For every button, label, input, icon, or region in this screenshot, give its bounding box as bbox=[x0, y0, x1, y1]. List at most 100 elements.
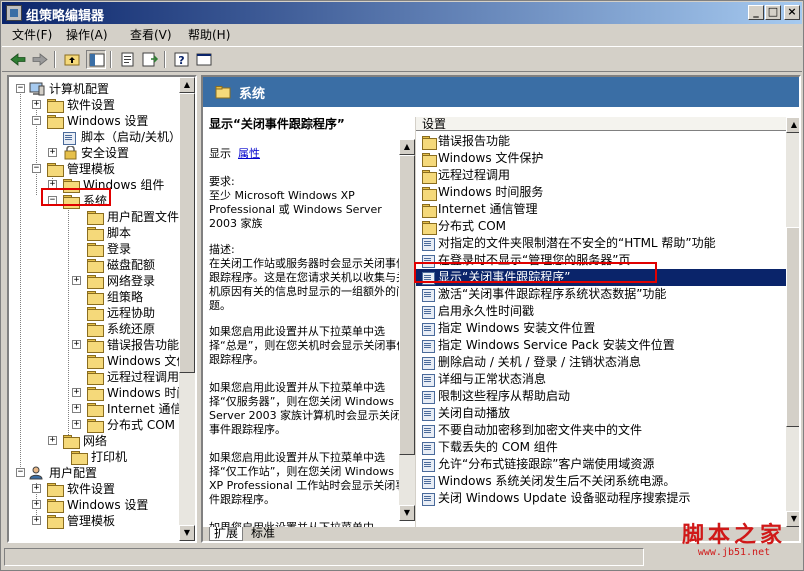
scroll-up-icon[interactable]: ▲ bbox=[786, 117, 799, 133]
scroll-down-icon[interactable]: ▼ bbox=[399, 505, 415, 521]
description-paragraph: 如果您启用此设置并从下拉菜单中选择“仅服务器”，则在您关闭 Windows Se… bbox=[209, 381, 402, 436]
console-icon[interactable] bbox=[194, 50, 214, 69]
list-item[interactable]: 关闭自动播放 bbox=[416, 405, 786, 422]
description-text: 在关闭工作站或服务器时会显示关闭事件跟踪程序。这是在您请求关机以收集与关机原因有… bbox=[209, 257, 407, 312]
folder-icon bbox=[63, 435, 80, 449]
list-item[interactable]: 详细与正常状态消息 bbox=[416, 371, 786, 388]
folder-icon bbox=[47, 115, 64, 129]
list-item[interactable]: Windows 文件保护 bbox=[416, 150, 786, 167]
folder-icon bbox=[87, 339, 104, 353]
up-folder-icon[interactable] bbox=[62, 50, 82, 69]
group-policy-window: 组策略编辑器 _ □ × 文件(F) 操作(A) 查看(V) 帮助(H) ? −… bbox=[0, 0, 804, 571]
setting-description: 显示“关闭事件跟踪程序” 显示 属性 要求: 至少 Microsoft Wind… bbox=[203, 107, 408, 534]
list-item[interactable]: Windows 系统关闭发生后不关闭系统电源。 bbox=[416, 473, 786, 490]
tab-extended[interactable]: 扩展 bbox=[209, 527, 244, 541]
properties-link[interactable]: 属性 bbox=[238, 147, 260, 160]
toolbar: ? bbox=[2, 46, 802, 72]
list-item[interactable]: 分布式 COM bbox=[416, 218, 786, 235]
folder-icon bbox=[87, 211, 104, 225]
policy-setting-icon bbox=[422, 322, 436, 336]
show-properties-line: 显示 属性 bbox=[209, 147, 260, 160]
folder-icon bbox=[47, 499, 64, 513]
list-item[interactable]: 允许“分布式链接跟踪”客户端使用域资源 bbox=[416, 456, 786, 473]
maximize-button[interactable]: □ bbox=[765, 5, 781, 20]
folder-icon bbox=[422, 170, 437, 184]
list-item[interactable]: 删除启动 / 关机 / 登录 / 注销状态消息 bbox=[416, 354, 786, 371]
category-header: 系统 bbox=[203, 77, 799, 107]
folder-icon bbox=[47, 483, 64, 497]
list-item[interactable]: 远程过程调用 bbox=[416, 167, 786, 184]
column-header-setting[interactable]: 设置 bbox=[416, 117, 786, 131]
folder-icon bbox=[87, 403, 104, 417]
list-item[interactable]: 激活“关闭事件跟踪程序系统状态数据”功能 bbox=[416, 286, 786, 303]
policy-setting-icon bbox=[422, 373, 436, 387]
folder-icon bbox=[422, 136, 437, 150]
show-tree-icon[interactable] bbox=[86, 50, 106, 69]
menu-action[interactable]: 操作(A) bbox=[62, 27, 112, 43]
folder-icon bbox=[87, 227, 104, 241]
folder-icon bbox=[87, 275, 104, 289]
export-list-icon[interactable] bbox=[140, 50, 160, 69]
settings-scroll-thumb[interactable] bbox=[786, 227, 799, 427]
folder-icon bbox=[422, 187, 437, 201]
tree-scrollbar[interactable]: ▲ ▼ bbox=[179, 77, 195, 541]
forward-icon[interactable] bbox=[30, 50, 50, 69]
status-panel bbox=[4, 548, 644, 566]
list-item[interactable]: 不要自动加密移到加密文件夹中的文件 bbox=[416, 422, 786, 439]
policy-setting-icon bbox=[422, 356, 436, 370]
list-item[interactable]: 指定 Windows Service Pack 安装文件位置 bbox=[416, 337, 786, 354]
folder-icon bbox=[422, 153, 437, 167]
menu-file[interactable]: 文件(F) bbox=[8, 27, 56, 43]
gpedit-app-icon bbox=[6, 5, 22, 21]
policy-setting-icon bbox=[422, 237, 436, 251]
list-item[interactable]: 启用永久性时间戳 bbox=[416, 303, 786, 320]
watermark-logo: 脚本之家 bbox=[681, 522, 786, 548]
folder-icon bbox=[47, 163, 64, 177]
category-title: 系统 bbox=[239, 87, 266, 102]
site-watermark: 脚本之家 www.jb51.net bbox=[667, 523, 801, 565]
list-item[interactable]: 限制这些程序从帮助启动 bbox=[416, 388, 786, 405]
properties-icon[interactable] bbox=[118, 50, 138, 69]
tree-scroll-thumb[interactable] bbox=[179, 93, 195, 373]
folder-icon bbox=[422, 221, 437, 235]
help-icon[interactable]: ? bbox=[172, 50, 192, 69]
folder-icon bbox=[87, 323, 104, 337]
description-scroll-thumb[interactable] bbox=[399, 155, 415, 455]
policy-setting-icon bbox=[422, 390, 436, 404]
list-item[interactable]: 对指定的文件夹限制潜在不安全的“HTML 帮助”功能 bbox=[416, 235, 786, 252]
svg-text:?: ? bbox=[178, 54, 184, 67]
scroll-down-icon[interactable]: ▼ bbox=[179, 525, 195, 541]
folder-icon bbox=[87, 259, 104, 273]
back-icon[interactable] bbox=[8, 50, 28, 69]
user-icon bbox=[29, 466, 45, 480]
watermark-url: www.jb51.net bbox=[697, 547, 771, 558]
description-paragraph: 如果您启用此设置并从下拉菜单中选择“仅工作站”，则在您关闭 Windows XP… bbox=[209, 451, 407, 506]
list-item[interactable]: 关闭 Windows Update 设备驱动程序搜索提示 bbox=[416, 490, 786, 507]
folder-icon bbox=[87, 371, 104, 385]
policy-setting-icon bbox=[422, 288, 436, 302]
scroll-up-icon[interactable]: ▲ bbox=[179, 77, 195, 93]
menu-help[interactable]: 帮助(H) bbox=[184, 27, 234, 43]
list-item[interactable]: 错误报告功能 bbox=[416, 133, 786, 150]
close-button[interactable]: × bbox=[784, 5, 800, 20]
scroll-up-icon[interactable]: ▲ bbox=[399, 139, 415, 155]
minimize-button[interactable]: _ bbox=[748, 5, 764, 20]
folder-icon bbox=[422, 204, 437, 218]
list-item[interactable]: 指定 Windows 安装文件位置 bbox=[416, 320, 786, 337]
security-icon bbox=[63, 145, 79, 160]
list-item[interactable]: 下载丢失的 COM 组件 bbox=[416, 439, 786, 456]
description-scrollbar[interactable]: ▲ ▼ bbox=[399, 139, 415, 521]
list-item[interactable]: Internet 通信管理 bbox=[416, 201, 786, 218]
policy-setting-icon bbox=[422, 458, 436, 472]
tab-standard[interactable]: 标准 bbox=[247, 527, 279, 541]
menu-view[interactable]: 查看(V) bbox=[126, 27, 176, 43]
folder-icon bbox=[87, 307, 104, 321]
folder-icon bbox=[47, 99, 64, 113]
policy-setting-icon bbox=[422, 492, 436, 506]
highlight-box-setting bbox=[414, 262, 657, 283]
folder-icon bbox=[47, 515, 64, 529]
settings-list: 设置 错误报告功能 Windows 文件保护 远程过程调用 Windows 时间… bbox=[415, 117, 799, 527]
computer-icon bbox=[29, 82, 45, 96]
list-item[interactable]: Windows 时间服务 bbox=[416, 184, 786, 201]
settings-list-scrollbar[interactable]: ▲ ▼ bbox=[786, 117, 799, 527]
